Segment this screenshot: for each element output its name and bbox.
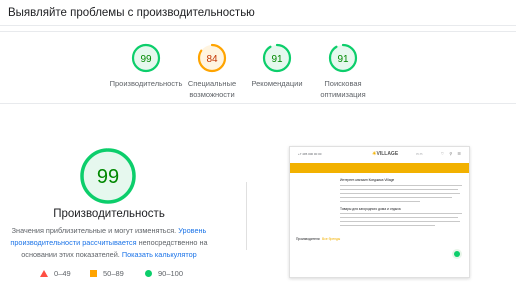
section-divider xyxy=(246,182,247,250)
gauge-accessibility-label: Специальные возможности xyxy=(187,79,237,99)
page-screenshot-thumbnail: +7 495 000 00 00 ☀VILLAGE ▭ ▭ ♡ ⚲ ☰ Инте… xyxy=(289,146,470,278)
gauge-best-practices-ring: 91 xyxy=(262,43,292,73)
thumb-logo: ☀VILLAGE xyxy=(372,151,398,157)
header-divider xyxy=(0,25,516,26)
performance-gauge-large[interactable]: 99 xyxy=(78,146,138,206)
thumb-text-line xyxy=(340,217,458,218)
thumb-caption: Производители xyxy=(296,237,320,241)
gauge-accessibility-ring: 84 xyxy=(197,43,227,73)
gauge-performance-score: 99 xyxy=(140,54,152,65)
thumb-subheading: Товары для загородного дома и отдыха xyxy=(340,207,401,211)
performance-score-large: 99 xyxy=(97,166,119,188)
legend-average-range: 50–89 xyxy=(103,268,124,278)
legend-fail-range: 0–49 xyxy=(54,268,71,278)
gauge-performance-ring: 99 xyxy=(131,43,161,73)
thumb-banner xyxy=(290,163,469,173)
performance-description: Значения приблизительные и могут изменят… xyxy=(0,225,218,261)
performance-gauge-ring: 99 xyxy=(80,148,136,204)
thumb-text-line xyxy=(340,189,458,190)
gauge-accessibility-score: 84 xyxy=(206,54,218,65)
thumb-text-line xyxy=(340,185,462,186)
legend-average: 50–89 xyxy=(90,267,124,279)
thumb-icons: ♡ ⚲ ☰ xyxy=(440,151,463,156)
gauge-seo-score: 91 xyxy=(337,54,349,65)
thumb-caption-link: Все бренды xyxy=(322,237,341,241)
thumb-heading: Интернет-магазин Конджика Village xyxy=(340,178,395,182)
triangle-icon xyxy=(40,269,48,277)
gauge-best-practices-score: 91 xyxy=(271,54,283,65)
legend-pass-range: 90–100 xyxy=(158,268,184,278)
thumb-logo-text: VILLAGE xyxy=(376,151,399,157)
thumb-text-line xyxy=(340,201,420,202)
thumb-phone: +7 495 000 00 00 xyxy=(298,152,322,156)
category-summary: 99 Производительность 84 Специальные воз… xyxy=(0,31,516,104)
circle-icon xyxy=(145,269,152,277)
gauge-seo-ring: 91 xyxy=(328,43,358,73)
performance-title: Производительность xyxy=(53,208,165,220)
legend-fail: 0–49 xyxy=(40,267,71,279)
gauge-seo-label: Поисковая оптимизация xyxy=(320,79,366,99)
thumb-text-line xyxy=(340,197,452,198)
calculator-link[interactable]: Показать калькулятор xyxy=(122,250,197,259)
thumb-chat-dot xyxy=(454,251,460,257)
thumb-text-line xyxy=(340,193,460,194)
page-title: Выявляйте проблемы с производительностью xyxy=(8,7,255,19)
gauge-seo[interactable]: 91 Поисковая оптимизация xyxy=(303,43,383,100)
thumb-nav: ▭ ▭ xyxy=(416,152,423,156)
thumb-text-line xyxy=(340,213,462,214)
square-icon xyxy=(90,269,97,277)
thumb-text-line xyxy=(340,225,435,226)
performance-desc-text: Значения приблизительные и могут изменят… xyxy=(11,226,177,235)
thumb-text-line xyxy=(340,221,460,222)
legend-pass: 90–100 xyxy=(145,267,183,279)
